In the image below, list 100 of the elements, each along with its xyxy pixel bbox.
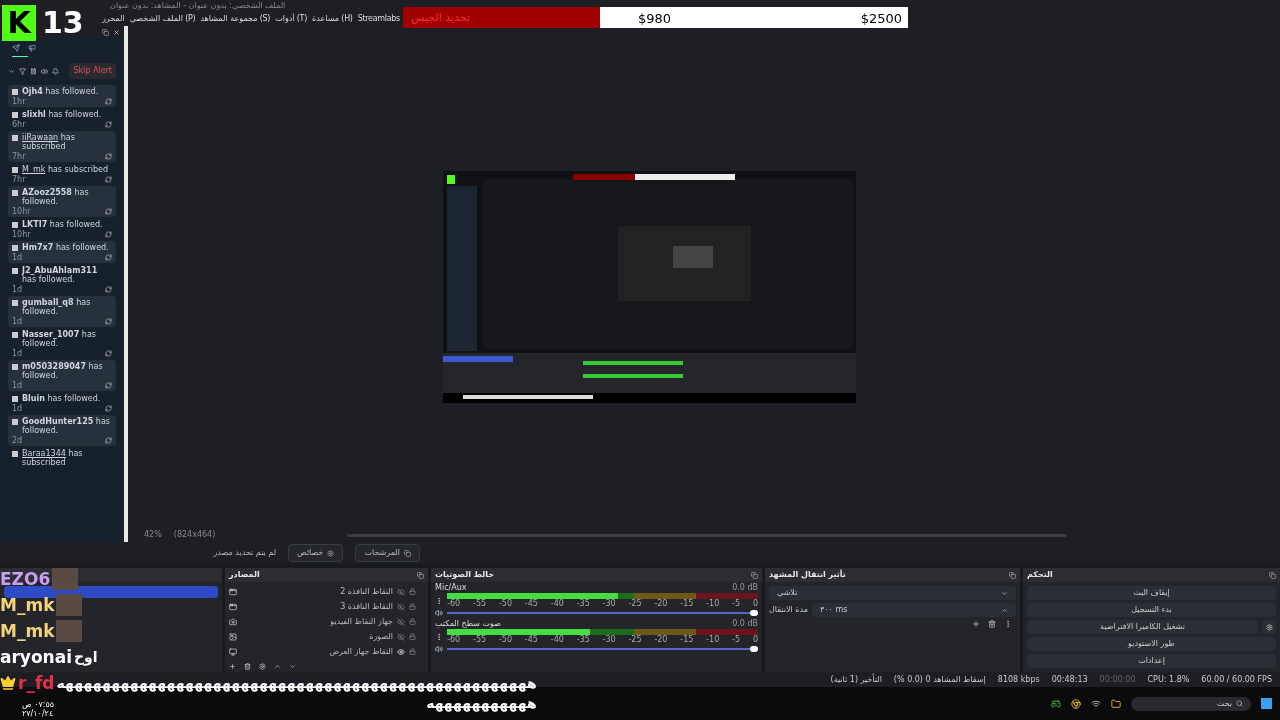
- source-name[interactable]: جهاز التقاط الفيديو: [241, 615, 393, 628]
- volume-slider[interactable]: [447, 646, 758, 652]
- replay-icon[interactable]: [105, 153, 112, 160]
- lock-icon[interactable]: [409, 648, 416, 655]
- browser-icon[interactable]: [1071, 698, 1081, 709]
- undock-icon[interactable]: [417, 571, 424, 579]
- settings-icon[interactable]: [259, 662, 266, 670]
- event-text: Bluin has followed.: [22, 394, 101, 403]
- skip-alert-button[interactable]: Skip Alert: [69, 63, 116, 79]
- menu-item[interactable]: (H) مساعدة: [312, 13, 353, 25]
- lock-icon[interactable]: [409, 633, 416, 640]
- visibility-icon[interactable]: [397, 602, 405, 611]
- bell-icon[interactable]: [52, 67, 59, 75]
- move-up-icon[interactable]: [274, 662, 281, 670]
- visibility-icon[interactable]: [397, 632, 405, 641]
- send-icon[interactable]: [12, 44, 20, 52]
- menu-item[interactable]: (P) الملف الشخصي: [129, 13, 196, 25]
- replay-icon[interactable]: [105, 254, 112, 261]
- menu-item[interactable]: (T) أدوات: [275, 13, 308, 25]
- control-button[interactable]: طور الاستوديو: [1027, 637, 1276, 651]
- pause-icon[interactable]: [30, 67, 37, 75]
- control-button[interactable]: إيقاف البث: [1027, 586, 1276, 600]
- replay-icon[interactable]: [105, 208, 112, 215]
- replay-icon[interactable]: [105, 121, 112, 128]
- replay-icon[interactable]: [105, 98, 112, 105]
- lock-icon[interactable]: [409, 588, 416, 595]
- undock-icon[interactable]: [102, 28, 109, 36]
- replay-icon[interactable]: [105, 231, 112, 238]
- filter-panel-icon: [404, 549, 411, 557]
- event-time: 10hr: [12, 230, 31, 239]
- control-button[interactable]: تشغيل الكاميرا الافتراضية: [1027, 620, 1258, 634]
- menu-icon[interactable]: [1004, 620, 1012, 628]
- event-time: 1d: [12, 349, 23, 358]
- control-button[interactable]: إعدادات: [1027, 654, 1276, 668]
- search-icon: [1236, 700, 1243, 707]
- status-text: 8108 kbps: [997, 673, 1040, 686]
- event-time: 2d: [12, 436, 23, 445]
- replay-icon[interactable]: [105, 405, 112, 412]
- add-icon[interactable]: [229, 662, 236, 670]
- control-button[interactable]: بدء التسجيل: [1027, 603, 1276, 617]
- menu-item[interactable]: المحرر: [101, 13, 125, 25]
- replay-icon[interactable]: [105, 437, 112, 444]
- status-text: 60.00 / 60.00 FPS: [1201, 673, 1272, 686]
- toolbar-button[interactable]: المرشحات: [355, 544, 420, 562]
- chat-message: هههههههههههههههههههههههههههههههههههههههههههههههههههه: [56, 676, 537, 690]
- meter-tick: -50: [498, 599, 512, 608]
- lock-icon[interactable]: [409, 618, 416, 625]
- event-time: 1d: [12, 404, 23, 413]
- close-icon[interactable]: [113, 28, 120, 36]
- transition-dropdown[interactable]: تلاشي: [769, 586, 1016, 600]
- lock-icon[interactable]: [409, 603, 416, 610]
- event-time: 6hr: [12, 120, 26, 129]
- folder-icon[interactable]: [1111, 698, 1121, 709]
- settings-button[interactable]: [1262, 620, 1276, 634]
- undock-icon[interactable]: [1009, 571, 1016, 579]
- volume-slider[interactable]: [447, 610, 758, 616]
- replay-icon[interactable]: [105, 382, 112, 389]
- volume-thumb[interactable]: [750, 610, 758, 616]
- replay-icon[interactable]: [105, 318, 112, 325]
- replay-icon[interactable]: [105, 176, 112, 183]
- event-time: 7hr: [12, 175, 26, 184]
- meter-tick: -25: [628, 599, 642, 608]
- event-text: J2_AbuAhlam311 has followed.: [22, 266, 99, 284]
- speaker-icon[interactable]: [435, 609, 443, 617]
- speaker-icon[interactable]: [41, 67, 48, 75]
- meter-tick: -10: [706, 599, 720, 608]
- visibility-icon[interactable]: [397, 587, 405, 596]
- undock-icon[interactable]: [1269, 571, 1276, 579]
- delete-icon[interactable]: [988, 620, 996, 628]
- delete-icon[interactable]: [244, 662, 251, 670]
- source-name[interactable]: التقاط النافذة 2: [241, 585, 393, 598]
- duration-field[interactable]: ٣٠٠ ms: [811, 603, 1016, 617]
- megaphone-icon[interactable]: [28, 44, 36, 52]
- move-down-icon[interactable]: [289, 662, 296, 670]
- menu-icon[interactable]: [435, 595, 443, 606]
- source-type-icon: [229, 647, 237, 656]
- menu-icon[interactable]: [435, 631, 443, 642]
- menu-item[interactable]: Streamlabs: [357, 13, 400, 25]
- speaker-icon[interactable]: [435, 645, 443, 653]
- add-icon[interactable]: [972, 620, 980, 628]
- source-name[interactable]: الصورة: [241, 630, 393, 643]
- undock-icon[interactable]: [751, 571, 758, 579]
- event-text: M_mk has subscribed: [22, 165, 109, 174]
- toolbar-button[interactable]: خصائص: [288, 544, 344, 562]
- clock-date: ٢٧/١٠/٢٤: [22, 709, 55, 718]
- event-time: 1d: [12, 317, 23, 326]
- replay-icon[interactable]: [105, 350, 112, 357]
- channel-reading: 0.0 dB: [732, 619, 758, 628]
- visibility-icon[interactable]: [397, 617, 405, 626]
- source-name[interactable]: التقاط النافذة 3: [241, 600, 393, 613]
- replay-icon[interactable]: [105, 286, 112, 293]
- gamepad-icon[interactable]: [1051, 698, 1061, 709]
- volume-thumb[interactable]: [750, 646, 758, 652]
- filter-icon[interactable]: [19, 67, 26, 75]
- menu-item[interactable]: (S) مجموعة المشاهد: [200, 13, 271, 25]
- taskbar-search[interactable]: بحث: [1131, 696, 1251, 711]
- network-icon[interactable]: [1091, 698, 1101, 709]
- collapse-icon[interactable]: [8, 67, 15, 75]
- source-name[interactable]: التقاط جهاز العرض: [241, 645, 393, 658]
- start-icon[interactable]: [1261, 698, 1272, 709]
